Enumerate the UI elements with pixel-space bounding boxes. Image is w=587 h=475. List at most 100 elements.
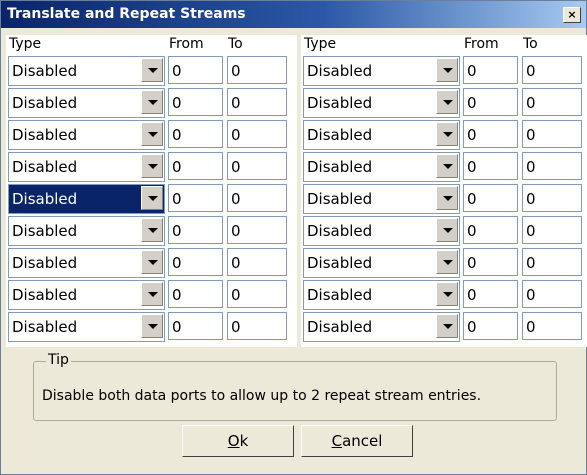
dropdown-arrow-icon[interactable] — [141, 154, 163, 178]
to-input[interactable]: 0 — [227, 280, 287, 308]
from-input[interactable]: 0 — [463, 248, 518, 276]
to-input[interactable]: 0 — [227, 152, 287, 180]
type-select[interactable]: Disabled — [303, 248, 460, 278]
dropdown-arrow-icon[interactable] — [436, 218, 458, 242]
dropdown-arrow-icon[interactable] — [436, 122, 458, 146]
translate-repeat-dialog: Translate and Repeat Streams × Type From… — [0, 0, 587, 475]
cancel-button[interactable]: Cancel — [301, 425, 413, 457]
cancel-label-rest: ancel — [342, 432, 383, 450]
to-input[interactable]: 0 — [522, 152, 582, 180]
stream-row-right-8: Disabled 0 0 — [301, 280, 587, 310]
from-value: 0 — [467, 286, 477, 304]
stream-row-right-4: Disabled 0 0 — [301, 152, 587, 182]
dropdown-arrow-icon[interactable] — [436, 250, 458, 274]
dropdown-arrow-icon[interactable] — [141, 250, 163, 274]
type-select-value: Disabled — [12, 158, 78, 176]
cancel-mnemonic: C — [331, 432, 343, 450]
type-select[interactable]: Disabled — [303, 152, 460, 182]
title-bar[interactable]: Translate and Repeat Streams × — [1, 1, 586, 28]
from-value: 0 — [467, 190, 477, 208]
dropdown-arrow-icon[interactable] — [436, 314, 458, 338]
from-value: 0 — [172, 94, 182, 112]
close-button[interactable]: × — [563, 7, 581, 23]
type-select[interactable]: Disabled — [8, 88, 165, 118]
type-select-value: Disabled — [12, 318, 78, 336]
type-select[interactable]: Disabled — [303, 56, 460, 86]
dropdown-arrow-icon[interactable] — [436, 154, 458, 178]
dropdown-arrow-icon[interactable] — [141, 314, 163, 338]
from-input[interactable]: 0 — [463, 120, 518, 148]
type-select-value: Disabled — [12, 94, 78, 112]
to-input[interactable]: 0 — [227, 248, 287, 276]
to-input[interactable]: 0 — [522, 248, 582, 276]
to-input[interactable]: 0 — [522, 280, 582, 308]
type-select[interactable]: Disabled — [8, 120, 165, 150]
dropdown-arrow-icon[interactable] — [436, 186, 458, 210]
to-input[interactable]: 0 — [227, 312, 287, 340]
dropdown-arrow-icon[interactable] — [436, 282, 458, 306]
from-value: 0 — [172, 62, 182, 80]
from-input[interactable]: 0 — [463, 56, 518, 84]
type-select[interactable]: Disabled — [303, 184, 460, 214]
from-input[interactable]: 0 — [463, 184, 518, 212]
dropdown-arrow-icon[interactable] — [141, 122, 163, 146]
type-select[interactable]: Disabled — [303, 120, 460, 150]
dropdown-arrow-icon[interactable] — [141, 90, 163, 114]
dropdown-arrow-icon[interactable] — [141, 282, 163, 306]
from-input[interactable]: 0 — [463, 280, 518, 308]
type-select[interactable]: Disabled — [303, 312, 460, 342]
type-select[interactable]: Disabled — [303, 216, 460, 246]
stream-row-left-9: Disabled 0 0 — [6, 312, 297, 342]
type-select-value: Disabled — [307, 126, 373, 144]
from-input[interactable]: 0 — [168, 56, 223, 84]
type-select[interactable]: Disabled — [8, 184, 165, 214]
from-input[interactable]: 0 — [463, 88, 518, 116]
type-select[interactable]: Disabled — [8, 56, 165, 86]
to-input[interactable]: 0 — [522, 312, 582, 340]
from-input[interactable]: 0 — [463, 312, 518, 340]
dropdown-arrow-icon[interactable] — [141, 218, 163, 242]
to-input[interactable]: 0 — [227, 184, 287, 212]
to-input[interactable]: 0 — [227, 88, 287, 116]
stream-row-right-1: Disabled 0 0 — [301, 56, 587, 86]
to-value: 0 — [526, 318, 536, 336]
dropdown-arrow-icon[interactable] — [141, 186, 163, 210]
from-value: 0 — [467, 222, 477, 240]
from-value: 0 — [172, 254, 182, 272]
from-input[interactable]: 0 — [168, 152, 223, 180]
to-column-header: To — [228, 36, 243, 52]
from-input[interactable]: 0 — [168, 88, 223, 116]
to-value: 0 — [526, 286, 536, 304]
to-input[interactable]: 0 — [522, 120, 582, 148]
from-input[interactable]: 0 — [168, 216, 223, 244]
type-select[interactable]: Disabled — [8, 248, 165, 278]
from-input[interactable]: 0 — [168, 184, 223, 212]
from-input[interactable]: 0 — [463, 152, 518, 180]
type-select[interactable]: Disabled — [303, 88, 460, 118]
to-value: 0 — [231, 190, 241, 208]
type-select[interactable]: Disabled — [8, 312, 165, 342]
type-select[interactable]: Disabled — [8, 280, 165, 310]
dropdown-arrow-icon[interactable] — [436, 90, 458, 114]
type-select-value: Disabled — [12, 62, 78, 80]
from-input[interactable]: 0 — [168, 120, 223, 148]
to-input[interactable]: 0 — [522, 216, 582, 244]
to-input[interactable]: 0 — [227, 120, 287, 148]
to-input[interactable]: 0 — [522, 184, 582, 212]
to-input[interactable]: 0 — [227, 216, 287, 244]
to-input[interactable]: 0 — [522, 88, 582, 116]
to-input[interactable]: 0 — [522, 56, 582, 84]
from-value: 0 — [172, 126, 182, 144]
from-input[interactable]: 0 — [168, 248, 223, 276]
to-input[interactable]: 0 — [227, 56, 287, 84]
dropdown-arrow-icon[interactable] — [141, 58, 163, 82]
type-select[interactable]: Disabled — [8, 152, 165, 182]
from-value: 0 — [467, 254, 477, 272]
from-input[interactable]: 0 — [168, 280, 223, 308]
type-select[interactable]: Disabled — [8, 216, 165, 246]
from-input[interactable]: 0 — [463, 216, 518, 244]
ok-button[interactable]: Ok — [182, 425, 294, 457]
dropdown-arrow-icon[interactable] — [436, 58, 458, 82]
from-input[interactable]: 0 — [168, 312, 223, 340]
type-select[interactable]: Disabled — [303, 280, 460, 310]
